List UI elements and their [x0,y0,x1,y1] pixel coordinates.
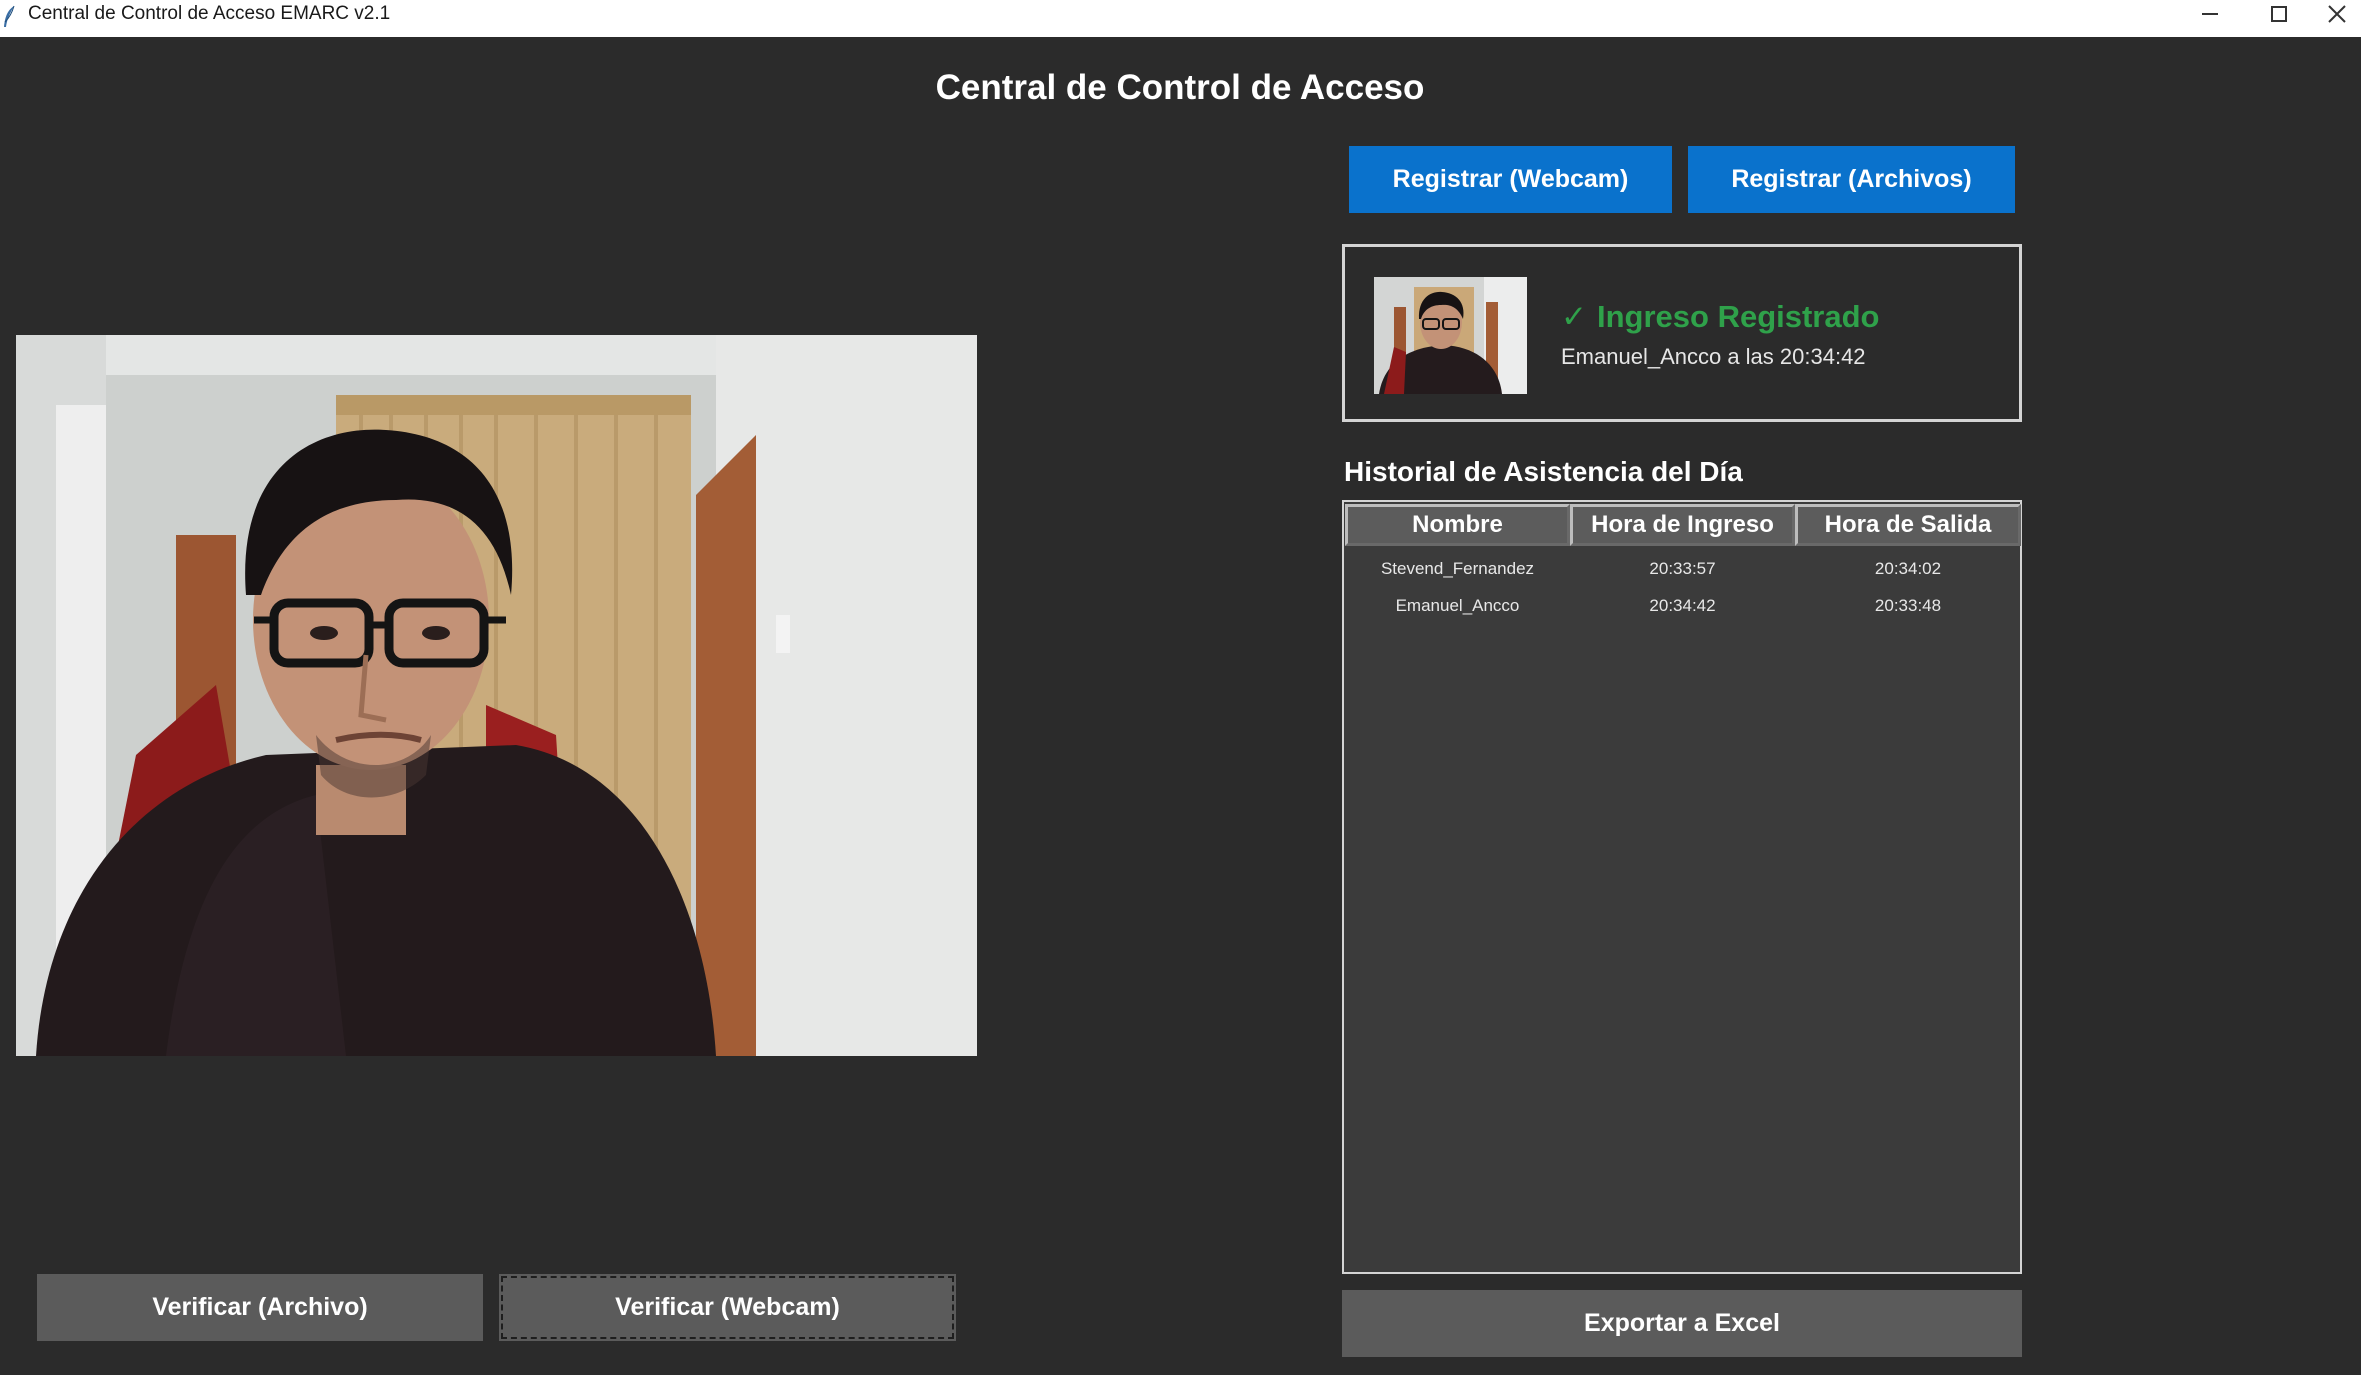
maximize-icon [2271,6,2287,22]
captured-face-thumbnail [1374,277,1527,394]
verify-webcam-button[interactable]: Verificar (Webcam) [499,1274,956,1341]
page-title: Central de Control de Acceso [935,68,1425,107]
table-header: Nombre Hora de Ingreso Hora de Salida [1345,504,2021,547]
status-detail: Emanuel_Ancco a las 20:34:42 [1561,344,1866,369]
close-button[interactable] [2313,0,2361,28]
status-card: ✓ Ingreso Registrado Emanuel_Ancco a las… [1342,244,2022,422]
verify-file-button[interactable]: Verificar (Archivo) [37,1274,483,1341]
cell-check-out: 20:34:02 [1874,558,1942,578]
history-title: Historial de Asistencia del Día [1344,456,1743,487]
camera-feed [16,335,977,1056]
export-excel-button[interactable]: Exportar a Excel [1342,1290,2022,1357]
face-snapshot-image [1374,277,1527,394]
cell-name: Stevend_Fernandez [1380,558,1535,578]
window-title: Central de Control de Acceso EMARC v2.1 [28,3,391,24]
webcam-frame-image [16,335,977,1056]
column-header-hora-ingreso[interactable]: Hora de Ingreso [1570,504,1795,546]
column-header-hora-salida[interactable]: Hora de Salida [1795,504,2021,546]
column-header-nombre[interactable]: Nombre [1345,504,1570,546]
minimize-button[interactable] [2175,0,2245,28]
status-headline: ✓ Ingreso Registrado [1561,299,1879,335]
table-row[interactable]: Stevend_Fernandez 20:33:57 20:34:02 [1345,550,2021,587]
register-webcam-button[interactable]: Registrar (Webcam) [1349,146,1672,213]
table-row[interactable]: Emanuel_Ancco 20:34:42 20:33:48 [1345,587,2021,624]
check-icon: ✓ [1561,299,1587,334]
history-table[interactable]: Nombre Hora de Ingreso Hora de Salida St… [1342,500,2022,1274]
register-files-button[interactable]: Registrar (Archivos) [1688,146,2015,213]
minimize-icon [2202,13,2218,15]
cell-check-in: 20:34:42 [1649,595,1716,615]
cell-name: Emanuel_Ancco [1395,595,1520,615]
feather-icon [2,5,16,29]
close-icon [2328,5,2346,23]
table-body: Stevend_Fernandez 20:33:57 20:34:02 Eman… [1345,550,2021,624]
cell-check-in: 20:33:57 [1649,558,1716,578]
window-titlebar: Central de Control de Acceso EMARC v2.1 [0,0,2361,37]
status-headline-text: Ingreso Registrado [1596,299,1880,334]
maximize-button[interactable] [2244,0,2314,28]
cell-check-out: 20:33:48 [1874,595,1942,615]
